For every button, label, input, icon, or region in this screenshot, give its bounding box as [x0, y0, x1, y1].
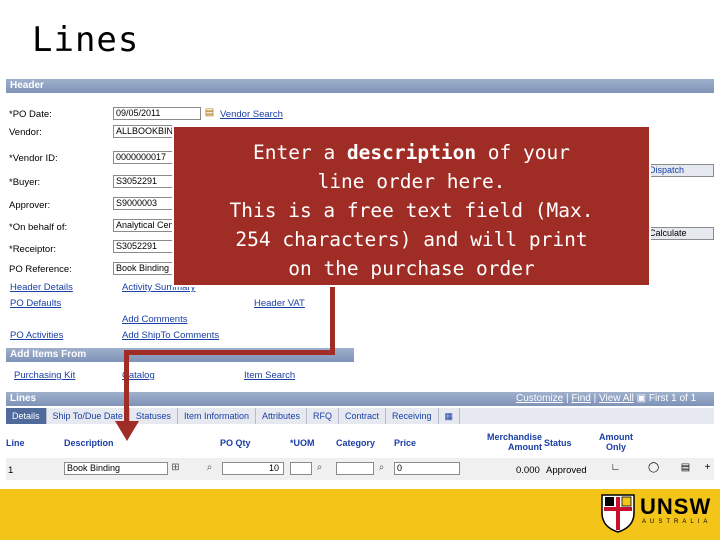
tab-rfq[interactable]: RFQ [307, 408, 339, 424]
add-comments-link[interactable]: Add Comments [122, 314, 187, 325]
calculate-button[interactable]: Calculate [646, 227, 714, 240]
add-row-icon[interactable]: + [702, 462, 713, 474]
vendor-id-field[interactable]: 0000000017 [113, 151, 173, 164]
callout-line-5: on the purchase order [288, 257, 535, 280]
arrow-segment-vertical [330, 287, 335, 353]
po-reference-label: PO Reference: [9, 264, 72, 275]
uom-field[interactable] [290, 462, 312, 475]
category-field[interactable] [336, 462, 374, 475]
po-date-field[interactable]: 09/05/2011 [113, 107, 201, 120]
tab-attributes[interactable]: Attributes [256, 408, 307, 424]
callout-highlight: description [346, 141, 477, 164]
receiptor-label: *Receiptor: [9, 244, 56, 255]
buyer-field[interactable]: S3052291 [113, 175, 173, 188]
vendor-label: Vendor: [9, 127, 42, 138]
expand-description-icon[interactable]: ⊞ [170, 462, 181, 474]
tab-contract[interactable]: Contract [339, 408, 387, 424]
download-icon[interactable]: ▣ [637, 393, 646, 404]
po-qty-field[interactable]: 10 [222, 462, 284, 475]
po-reference-field[interactable]: Book Binding [113, 262, 173, 275]
page-info: 1 of 1 [671, 393, 697, 404]
on-behalf-field[interactable]: Analytical Cen [113, 219, 173, 232]
callout-line-4: 254 characters) and will print [235, 228, 588, 251]
header-details-link[interactable]: Header Details [10, 282, 73, 293]
callout-line-1-end: of your [476, 141, 570, 164]
comment-icon[interactable]: ◯ [648, 462, 659, 474]
vendor-search-link[interactable]: Vendor Search [220, 109, 283, 120]
arrow-segment-down [124, 350, 129, 424]
po-defaults-link[interactable]: PO Defaults [10, 298, 61, 309]
buyer-label: *Buyer: [9, 177, 41, 188]
vendor-id-label: *Vendor ID: [9, 153, 58, 164]
slide-title: Lines [32, 20, 140, 60]
instruction-callout: Enter a description of your line order h… [172, 125, 651, 287]
tab-item-information[interactable]: Item Information [178, 408, 256, 424]
find-link[interactable]: Find [571, 393, 590, 404]
category-lookup-icon[interactable]: ⌕ [376, 462, 387, 474]
approver-label: Approver: [9, 200, 51, 211]
item-search-link[interactable]: Item Search [244, 370, 295, 381]
view-all-link[interactable]: View All [599, 393, 634, 404]
header-bar: Header [6, 79, 714, 93]
dispatch-button[interactable]: Dispatch [646, 164, 714, 177]
item-lookup-icon[interactable]: ⌕ [204, 462, 215, 474]
show-all-tabs-icon[interactable]: ▦ [439, 408, 461, 424]
lines-bar: Lines Customize | Find | View All ▣ Firs… [6, 392, 714, 406]
callout-line-3: This is a free text field (Max. [229, 199, 594, 222]
unsw-logo-text: UNSW [640, 494, 712, 519]
lines-bar-label: Lines [10, 393, 37, 404]
arrow-segment-horizontal [124, 350, 335, 355]
tab-receiving[interactable]: Receiving [386, 408, 439, 424]
approver-field[interactable]: S9000003 [113, 197, 173, 210]
header-vat-link[interactable]: Header VAT [254, 298, 305, 309]
vendor-field[interactable]: ALLBOOKBIN [113, 125, 173, 138]
schedule-icon[interactable]: ▤ [680, 462, 691, 474]
merchandise-amount: 0.000 [516, 465, 540, 476]
customize-link[interactable]: Customize [516, 393, 563, 404]
unsw-logo-subtext: AUSTRALIA [642, 519, 712, 525]
callout-line-1: Enter a description of your [174, 138, 649, 167]
price-field[interactable]: 0 [394, 462, 460, 475]
description-field[interactable]: Book Binding [64, 462, 168, 475]
callout-line-1-start: Enter a [253, 141, 347, 164]
line-tabs: Details Ship To/Due Date Statuses Item I… [6, 408, 714, 424]
first-link[interactable]: First [649, 393, 668, 404]
arrow-head-icon [115, 421, 139, 441]
purchasing-kit-link[interactable]: Purchasing Kit [14, 370, 75, 381]
receiptor-field[interactable]: S3052291 [113, 240, 173, 253]
amount-only-checkbox[interactable]: ∟ [610, 462, 621, 474]
col-amount-only: Amount Only [599, 432, 633, 452]
callout-line-2: line order here. [317, 170, 506, 193]
add-shipto-comments-link[interactable]: Add ShipTo Comments [122, 330, 219, 341]
line-status: Approved [546, 465, 587, 476]
row-line: 1 [8, 465, 14, 476]
po-activities-link[interactable]: PO Activities [10, 330, 63, 341]
calendar-icon[interactable]: ▤ [204, 107, 215, 119]
po-date-label: *PO Date: [9, 109, 52, 120]
unsw-crest-icon [601, 494, 635, 533]
tab-details[interactable]: Details [6, 408, 47, 424]
col-merchandise-amount: Merchandise Amount [486, 432, 542, 452]
uom-lookup-icon[interactable]: ⌕ [314, 462, 325, 474]
on-behalf-label: *On behalf of: [9, 222, 68, 233]
